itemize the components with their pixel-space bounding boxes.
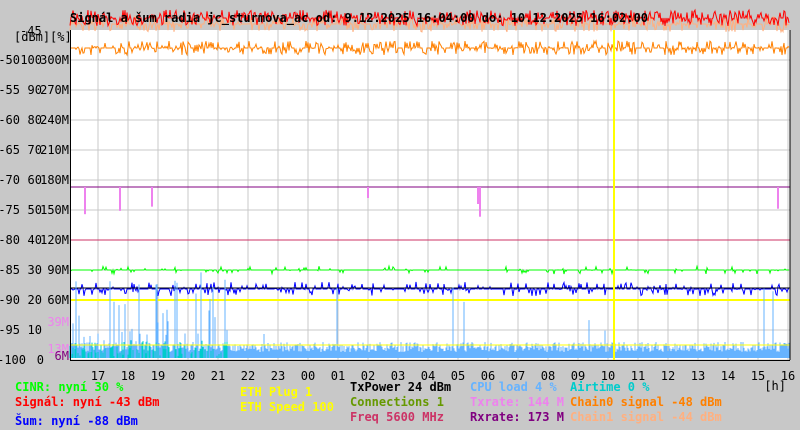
y-unit-dbm: [dBm] [14,30,50,44]
legend-connections: Connections 1 [350,395,444,409]
y-extra-rate-label: 6M [55,349,69,363]
y-tick-pct: 0 [37,353,44,367]
y-tick-dbm: -85 [0,263,20,277]
chart-title: Signál a šum radia jc_sturmova_ac od: 9.… [70,11,648,26]
y-tick-rate: 300M [40,53,69,67]
y-tick-rate: 150M [40,203,69,217]
y-tick-rate: 120M [40,233,69,247]
y-tick-rate: 270M [40,83,69,97]
x-tick-label: 14 [721,369,735,383]
y-unit-pct: [%] [50,30,72,44]
y-tick-dbm: -50 [0,53,20,67]
y-tick-dbm: -100 [0,353,26,367]
x-tick-label: 21 [211,369,225,383]
x-tick-label: 12 [661,369,675,383]
legend-airtime: Airtime 0 % [570,380,650,394]
y-extra-rate-label: 39M [47,315,69,329]
y-tick-rate: 180M [40,173,69,187]
x-tick-label: 19 [151,369,165,383]
legend-chain1: Chain1 signal -44 dBm [570,410,722,424]
x-tick-label: 23 [271,369,285,383]
legend-signal: Signál: nyní -43 dBm [15,395,160,409]
y-tick-dbm: -65 [0,143,20,157]
legend: CINR: nyní 30 % Signál: nyní -43 dBm Šum… [15,380,722,428]
y-tick-rate: 90M [47,263,69,277]
x-axis-unit: [h] [764,379,786,393]
y-tick-dbm: -60 [0,113,20,127]
y-tick-dbm: -95 [0,323,20,337]
legend-txrate: Txrate: 144 M [470,395,564,409]
legend-rxrate: Rxrate: 173 M [470,410,564,424]
y-tick-dbm: -75 [0,203,20,217]
legend-txpower: TxPower 24 dBm [350,380,451,394]
signal-noise-chart: 17 18 19 20 21 22 23 00 01 02 03 04 05 06 07 08 09 10 11 12… [0,0,800,430]
y-tick-dbm: -90 [0,293,20,307]
x-tick-label: 00 [301,369,315,383]
legend-chain0: Chain0 signal -48 dBm [570,395,722,409]
y-tick-pct: 20 [28,293,42,307]
plot-area [70,30,790,360]
legend-eth-plug: ETH Plug 1 [240,385,312,399]
legend-cinr: CINR: nyní 30 % [15,380,124,394]
chart-svg: 17 18 19 20 21 22 23 00 01 02 03 04 05 06 07 08 09 10 11 12… [0,8,795,428]
x-tick-label: 15 [751,369,765,383]
legend-noise: Šum: nyní -88 dBm [15,413,138,428]
y-tick-rate: 60M [47,293,69,307]
y-tick-dbm: -70 [0,173,20,187]
y-tick-pct: 100 [20,53,42,67]
x-tick-label: 05 [451,369,465,383]
x-tick-label: 20 [181,369,195,383]
x-tick-label: 13 [691,369,705,383]
legend-freq: Freq 5600 MHz [350,410,444,424]
y-tick-dbm: -55 [0,83,20,97]
legend-cpu: CPU load 4 % [470,380,557,394]
y-tick-rate: 210M [40,143,69,157]
legend-eth-speed: ETH Speed 100 [240,400,334,414]
y-tick-rate: 240M [40,113,69,127]
y-tick-pct: 10 [28,323,42,337]
y-tick-pct: 30 [28,263,42,277]
y-tick-dbm: -80 [0,233,20,247]
x-tick-label: 22 [241,369,255,383]
x-tick-label: 01 [331,369,345,383]
